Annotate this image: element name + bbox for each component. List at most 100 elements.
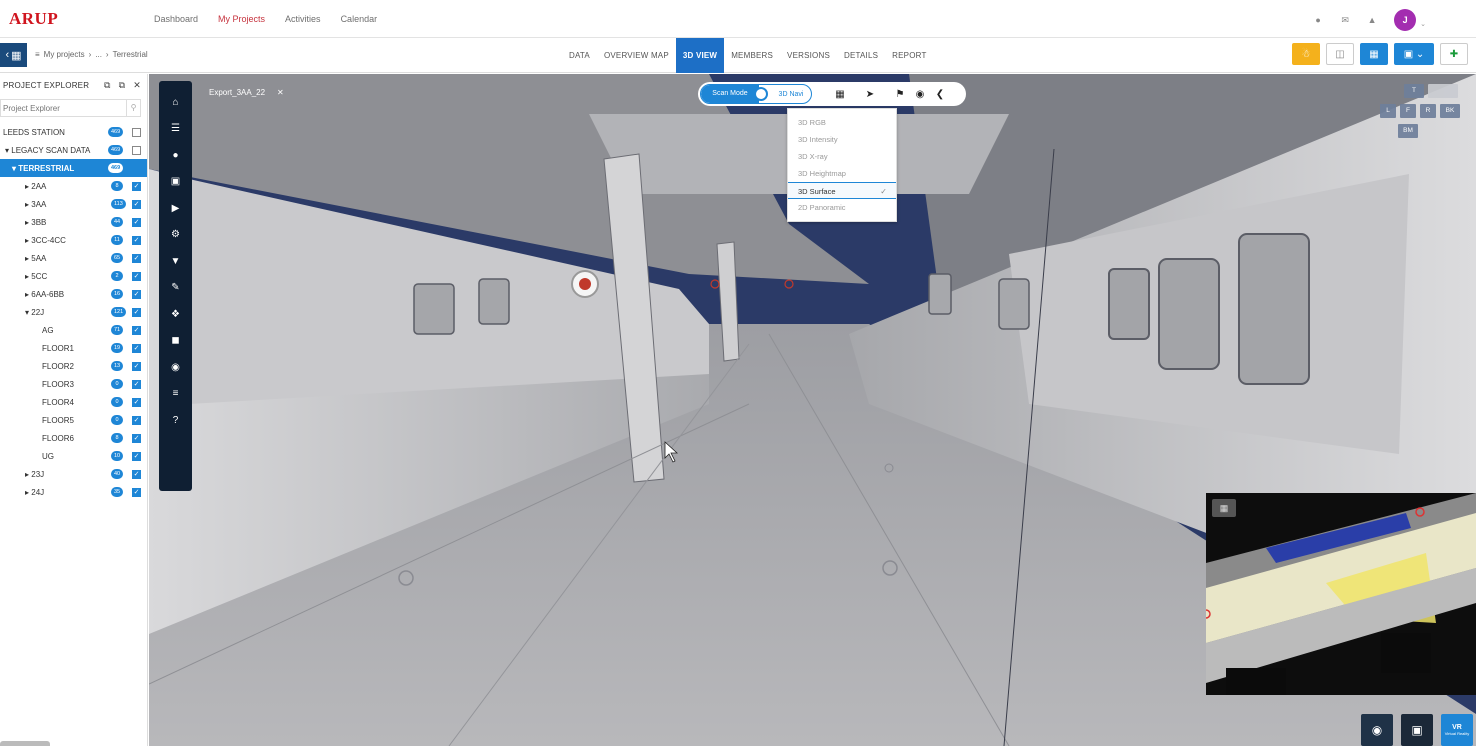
tree-item-checkbox[interactable]: ✓	[132, 325, 141, 335]
layers-icon[interactable]: ☰	[166, 116, 186, 143]
grid-view-icon[interactable]: ▦	[830, 89, 850, 100]
close-tab-icon[interactable]: ✕	[277, 88, 284, 97]
minimap[interactable]: ▦	[1206, 493, 1476, 695]
tree-item[interactable]: ▸ 2AA 8 ✓	[0, 177, 147, 195]
mail-icon[interactable]: ✉	[1340, 15, 1350, 25]
tree-item-checkbox[interactable]: ✓	[132, 451, 141, 461]
pointer-icon[interactable]: ➤	[860, 89, 880, 100]
export-dropdown-button[interactable]: ▣ ⌄	[1394, 43, 1434, 65]
tree-item[interactable]: ▸ 5CC 2 ✓	[0, 267, 147, 285]
tree-item-checkbox[interactable]: ✓	[132, 307, 141, 317]
nav-calendar[interactable]: Calendar	[341, 14, 378, 24]
tree-item-checkbox[interactable]: ✓	[132, 289, 141, 299]
screen-icon[interactable]: ▣	[166, 169, 186, 196]
tree-item-checkbox[interactable]: ✓	[132, 433, 141, 443]
nav-dashboard[interactable]: Dashboard	[154, 14, 198, 24]
tree-item[interactable]: FLOOR4 0 ✓	[0, 393, 147, 411]
breadcrumb-root[interactable]: My projects	[44, 50, 85, 59]
collapse-all-icon[interactable]: ⧉	[119, 80, 126, 91]
tree-item[interactable]: ▸ 3AA 113 ✓	[0, 195, 147, 213]
info-icon[interactable]: ●	[1313, 15, 1323, 25]
tree-item[interactable]: AG 71 ✓	[0, 321, 147, 339]
expand-all-icon[interactable]: ⧉	[104, 80, 111, 91]
add-folder-button[interactable]: ✚	[1440, 43, 1468, 65]
move-button[interactable]: ▦	[1360, 43, 1388, 65]
vr-button[interactable]: VR Virtual Reality	[1441, 714, 1473, 746]
tree-item-checkbox[interactable]: ✓	[132, 253, 141, 263]
tree-item[interactable]: FLOOR5 0 ✓	[0, 411, 147, 429]
flag-icon[interactable]: ⚑	[890, 89, 910, 100]
tab-report[interactable]: REPORT	[885, 38, 933, 73]
view-bottom-button[interactable]: BM	[1398, 124, 1418, 138]
breadcrumb-ellipsis[interactable]: ...	[95, 50, 102, 59]
bell-icon[interactable]: ▲	[1367, 15, 1377, 25]
menu-item-3d-surface[interactable]: 3D Surface ✓	[788, 182, 896, 199]
tree-item[interactable]: ▸ 23J 40 ✓	[0, 465, 147, 483]
file-tab[interactable]: Export_3AA_22 ✕	[201, 84, 292, 100]
tab-3d-view[interactable]: 3D VIEW	[675, 38, 725, 73]
fullscreen-button[interactable]: ▣	[1401, 714, 1433, 746]
view-right-button[interactable]: R	[1420, 104, 1436, 118]
delete-button[interactable]: ◫	[1326, 43, 1354, 65]
location-pin-icon[interactable]: ▼	[166, 248, 186, 275]
3d-viewport[interactable]: ⌂ ☰ ● ▣ ▶ ⚙ ▼ ✎ ❖ ◼ ◉ ≡ ? Export_3AA_22 …	[149, 74, 1476, 746]
scrollbar-handle[interactable]	[0, 741, 50, 746]
share-icon[interactable]: ❮	[930, 89, 950, 100]
tree-item[interactable]: ▸ 3BB 44 ✓	[0, 213, 147, 231]
tree-item-checkbox[interactable]: ✓	[132, 181, 141, 191]
measure-icon[interactable]: ✎	[166, 275, 186, 302]
view-top-button[interactable]: T	[1404, 84, 1424, 98]
tree-item-checkbox[interactable]: ✓	[132, 469, 141, 479]
mode-toggle[interactable]: Scan Mode 3D Navi	[700, 84, 812, 104]
tree-item-checkbox[interactable]: ✓	[132, 199, 141, 209]
nav-my-projects[interactable]: My Projects	[218, 14, 265, 24]
menu-item-3d-xray[interactable]: 3D X-ray	[788, 148, 896, 165]
stack-icon[interactable]: ≡	[166, 381, 186, 408]
tree-item[interactable]: FLOOR1 19 ✓	[0, 339, 147, 357]
search-icon[interactable]: ⚲	[126, 100, 140, 116]
close-icon[interactable]: ✕	[133, 80, 141, 91]
tree-item-checkbox[interactable]: ✓	[132, 217, 141, 227]
explorer-search-input[interactable]	[1, 103, 126, 113]
tree-item-checkbox[interactable]: ✓	[132, 415, 141, 425]
arup-logo[interactable]: ARUP	[9, 9, 58, 29]
tree-item[interactable]: UG 10 ✓	[0, 447, 147, 465]
view-preset-button[interactable]	[1428, 84, 1458, 98]
help-icon[interactable]: ?	[166, 407, 186, 434]
tab-versions[interactable]: VERSIONS	[780, 38, 837, 73]
profile-icon[interactable]: ◉	[166, 354, 186, 381]
menu-item-3d-rgb[interactable]: 3D RGB	[788, 114, 896, 131]
tree-item[interactable]: FLOOR6 8 ✓	[0, 429, 147, 447]
video-camera-icon[interactable]: ▶	[166, 195, 186, 222]
tree-item-checkbox[interactable]: ✓	[132, 379, 141, 389]
tree-item[interactable]: ▸ 3CC-4CC 11 ✓	[0, 231, 147, 249]
menu-item-3d-heightmap[interactable]: 3D Heightmap	[788, 165, 896, 182]
unlock-button[interactable]: ☃	[1292, 43, 1320, 65]
nav-activities[interactable]: Activities	[285, 14, 321, 24]
tree-item[interactable]: ▸ 6AA-6BB 16 ✓	[0, 285, 147, 303]
chevron-down-icon[interactable]: ⌄	[1420, 20, 1426, 28]
home-icon[interactable]: ⌂	[166, 89, 186, 116]
tree-item-checkbox[interactable]: ✓	[132, 487, 141, 497]
tree-item-checkbox[interactable]: ✓	[132, 343, 141, 353]
user-avatar[interactable]: J	[1394, 9, 1417, 31]
globe-icon[interactable]: ●	[166, 142, 186, 169]
tab-details[interactable]: DETAILS	[837, 38, 885, 73]
menu-item-3d-intensity[interactable]: 3D Intensity	[788, 131, 896, 148]
clip-box-icon[interactable]: ◼	[166, 328, 186, 355]
tree-item[interactable]: ▸ 24J 35 ✓	[0, 483, 147, 501]
camera-icon[interactable]: ◉	[910, 89, 930, 100]
back-button[interactable]: ‹ ▦	[0, 43, 27, 67]
tree-item[interactable]: ▾ LEGACY SCAN DATA 469	[0, 141, 147, 159]
tree-item[interactable]: FLOOR3 0 ✓	[0, 375, 147, 393]
settings-icon[interactable]: ⚙	[166, 222, 186, 249]
tree-item-checkbox[interactable]: ✓	[132, 397, 141, 407]
view-front-button[interactable]: F	[1400, 104, 1416, 118]
menu-item-2d-panoramic[interactable]: 2D Panoramic	[788, 199, 896, 216]
tree-item-checkbox[interactable]	[132, 145, 141, 155]
tree-item-checkbox[interactable]: ✓	[132, 271, 141, 281]
tab-data[interactable]: DATA	[562, 38, 597, 73]
tab-overview-map[interactable]: OVERVIEW MAP	[597, 38, 676, 73]
tree-item[interactable]: ▾ 22J 121 ✓	[0, 303, 147, 321]
tree-item-checkbox[interactable]	[132, 127, 141, 137]
